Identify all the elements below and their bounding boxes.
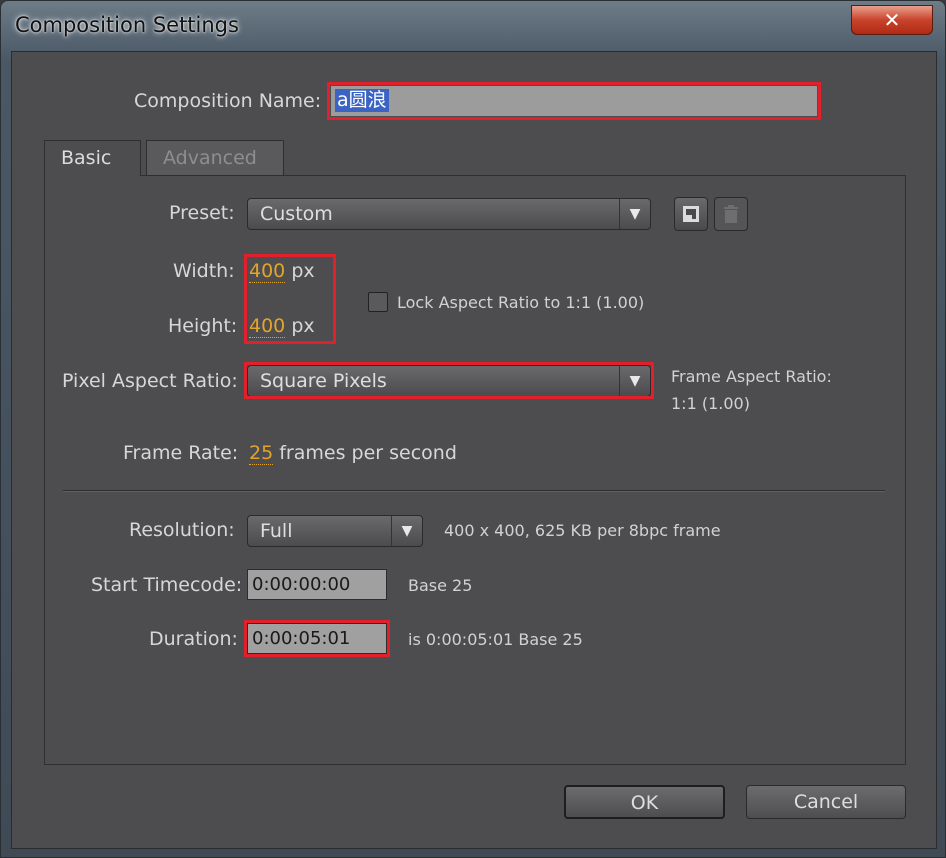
start-timecode-input[interactable]: 0:00:00:00 [247,569,387,600]
pixel-aspect-label: Pixel Aspect Ratio: [62,370,238,392]
frame-rate-label: Frame Rate: [123,442,239,464]
tab-advanced[interactable]: Advanced [146,140,284,176]
window-title: Composition Settings [15,13,239,37]
frame-aspect-value: 1:1 (1.00) [671,394,750,413]
highlight-box-name [327,82,821,120]
resolution-dropdown[interactable]: Full ▼ [247,515,423,547]
frame-aspect-label: Frame Aspect Ratio: [671,367,832,386]
lock-aspect-checkbox[interactable] [368,292,388,312]
preset-value: Custom [260,203,333,225]
preset-dropdown[interactable]: Custom ▼ [247,198,651,230]
resolution-label: Resolution: [129,519,235,541]
duration-label: Duration: [149,628,238,650]
composition-settings-dialog: Composition Settings ✕ Composition Name:… [0,0,946,858]
divider [63,490,885,492]
chevron-down-icon: ▼ [619,199,650,229]
height-label: Height: [168,315,238,337]
width-label: Width: [173,260,235,282]
resolution-value: Full [260,520,293,542]
save-preset-button[interactable] [674,197,708,231]
frame-rate-field[interactable]: 25 frames per second [249,442,457,465]
save-preset-icon [683,206,699,222]
start-timecode-label: Start Timecode: [91,574,243,596]
highlight-box-duration [244,620,390,657]
resolution-info: 400 x 400, 625 KB per 8bpc frame [444,521,721,540]
highlight-box-pixel-aspect [244,362,654,399]
duration-info: is 0:00:05:01 Base 25 [408,630,583,649]
lock-aspect-label: Lock Aspect Ratio to 1:1 (1.00) [397,293,645,312]
delete-preset-icon [724,205,738,223]
close-button[interactable]: ✕ [851,5,933,35]
frame-rate-unit: frames per second [279,442,457,464]
tab-basic[interactable]: Basic [44,140,141,176]
composition-name-label: Composition Name: [134,90,322,112]
cancel-button[interactable]: Cancel [746,785,906,819]
delete-preset-button[interactable] [714,197,748,231]
ok-button[interactable]: OK [564,785,725,819]
highlight-box-dimensions [244,254,336,344]
close-icon: ✕ [883,8,901,32]
preset-label: Preset: [169,202,235,224]
start-timecode-info: Base 25 [408,576,473,595]
chevron-down-icon: ▼ [391,516,422,546]
title-bar: Composition Settings ✕ [1,1,946,51]
frame-rate-value[interactable]: 25 [249,442,274,465]
